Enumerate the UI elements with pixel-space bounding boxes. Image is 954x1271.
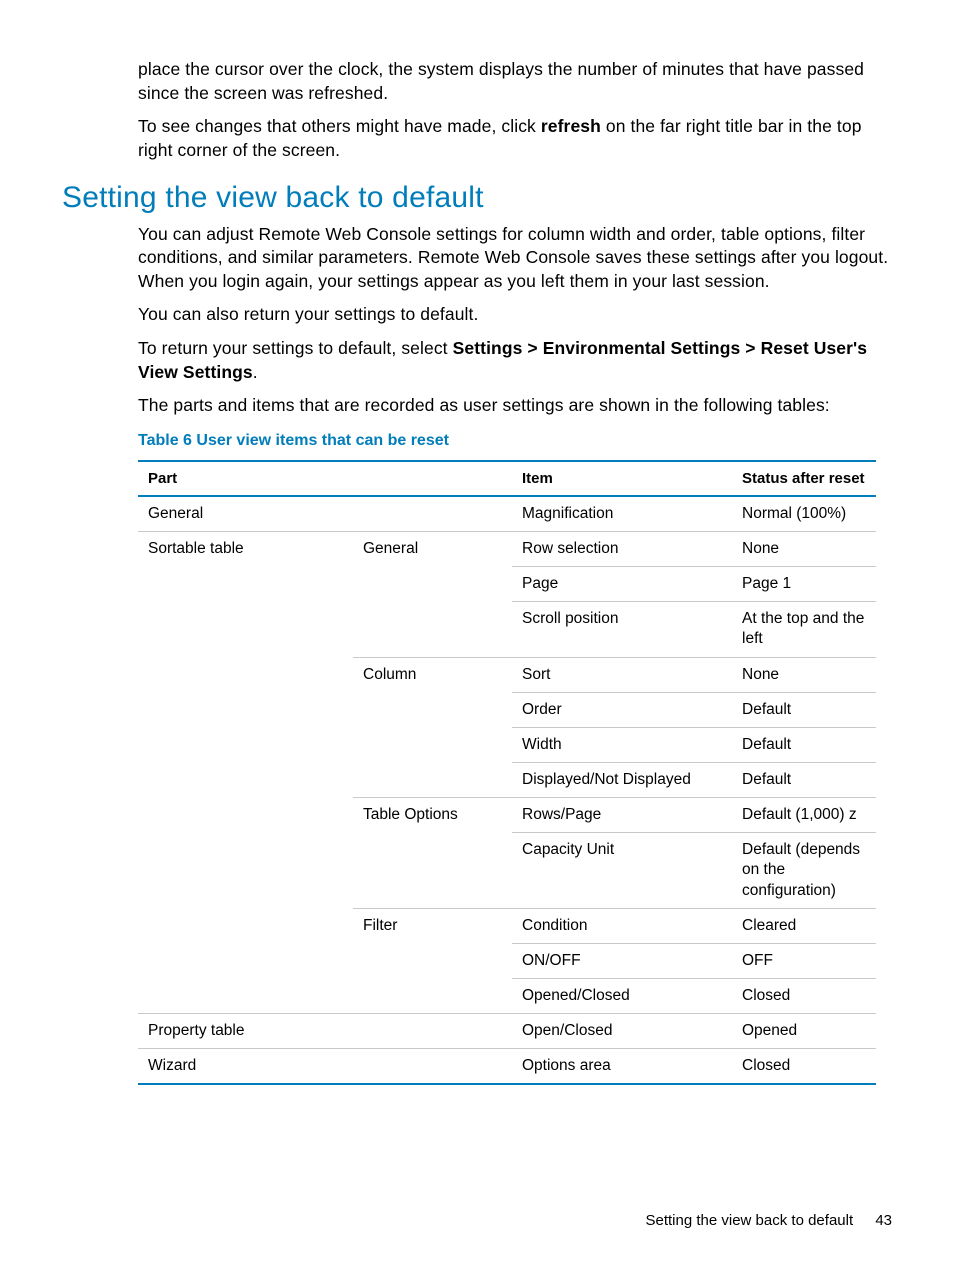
cell-status: Opened (732, 1014, 876, 1049)
cell-status: None (732, 532, 876, 567)
cell-status: Default (732, 727, 876, 762)
text: . (253, 362, 258, 382)
footer-text: Setting the view back to default (646, 1212, 854, 1229)
cell-part: General (138, 496, 353, 532)
cell-item: ON/OFF (512, 943, 732, 978)
cell-sub: Column (353, 657, 512, 798)
table-row: Property table Open/Closed Opened (138, 1014, 876, 1049)
cell-status: Closed (732, 978, 876, 1013)
cell-item: Options area (512, 1049, 732, 1085)
section-body: You can adjust Remote Web Console settin… (138, 223, 892, 1086)
reset-table: Part Item Status after reset General Mag… (138, 460, 876, 1086)
section-paragraph-1: You can adjust Remote Web Console settin… (138, 223, 892, 294)
cell-item: Opened/Closed (512, 978, 732, 1013)
cell-item: Scroll position (512, 602, 732, 657)
cell-item: Condition (512, 908, 732, 943)
col-part: Part (138, 461, 512, 496)
cell-item: Open/Closed (512, 1014, 732, 1049)
cell-status: At the top and the left (732, 602, 876, 657)
cell-sub: Table Options (353, 798, 512, 909)
text: To return your settings to default, sele… (138, 338, 453, 358)
page-footer: Setting the view back to default 43 (646, 1212, 893, 1229)
cell-status: Closed (732, 1049, 876, 1085)
cell-item: Order (512, 692, 732, 727)
section-paragraph-4: The parts and items that are recorded as… (138, 394, 892, 418)
cell-item: Magnification (512, 496, 732, 532)
table-row: Sortable table General Row selection Non… (138, 532, 876, 567)
section-paragraph-3: To return your settings to default, sele… (138, 337, 892, 384)
cell-part: Property table (138, 1014, 353, 1049)
cell-status: Default (1,000) z (732, 798, 876, 833)
col-status: Status after reset (732, 461, 876, 496)
table-row: Wizard Options area Closed (138, 1049, 876, 1085)
cell-sub: General (353, 532, 512, 658)
col-item: Item (512, 461, 732, 496)
intro-block: place the cursor over the clock, the sys… (138, 58, 892, 163)
cell-status: Normal (100%) (732, 496, 876, 532)
cell-item: Rows/Page (512, 798, 732, 833)
cell-item: Width (512, 727, 732, 762)
cell-status: Default (732, 692, 876, 727)
refresh-bold: refresh (541, 116, 601, 136)
cell-status: Cleared (732, 908, 876, 943)
table-caption: Table 6 User view items that can be rese… (138, 432, 892, 450)
text: To see changes that others might have ma… (138, 116, 541, 136)
intro-paragraph-2: To see changes that others might have ma… (138, 115, 892, 162)
cell-status: Default (732, 763, 876, 798)
cell-part: Sortable table (138, 532, 353, 1014)
cell-item: Page (512, 567, 732, 602)
table-header-row: Part Item Status after reset (138, 461, 876, 496)
cell-item: Sort (512, 657, 732, 692)
cell-part: Wizard (138, 1049, 353, 1085)
cell-item: Capacity Unit (512, 833, 732, 908)
page: place the cursor over the clock, the sys… (0, 0, 954, 1271)
table-row: General Magnification Normal (100%) (138, 496, 876, 532)
intro-paragraph-1: place the cursor over the clock, the sys… (138, 58, 892, 105)
cell-item: Displayed/Not Displayed (512, 763, 732, 798)
section-paragraph-2: You can also return your settings to def… (138, 303, 892, 327)
section-heading: Setting the view back to default (62, 181, 892, 215)
cell-sub: Filter (353, 908, 512, 1013)
cell-status: None (732, 657, 876, 692)
cell-sub (353, 1014, 512, 1049)
cell-status: Page 1 (732, 567, 876, 602)
cell-item: Row selection (512, 532, 732, 567)
page-number: 43 (875, 1212, 892, 1229)
cell-status: Default (depends on the configuration) (732, 833, 876, 908)
cell-status: OFF (732, 943, 876, 978)
cell-sub (353, 496, 512, 532)
cell-sub (353, 1049, 512, 1085)
